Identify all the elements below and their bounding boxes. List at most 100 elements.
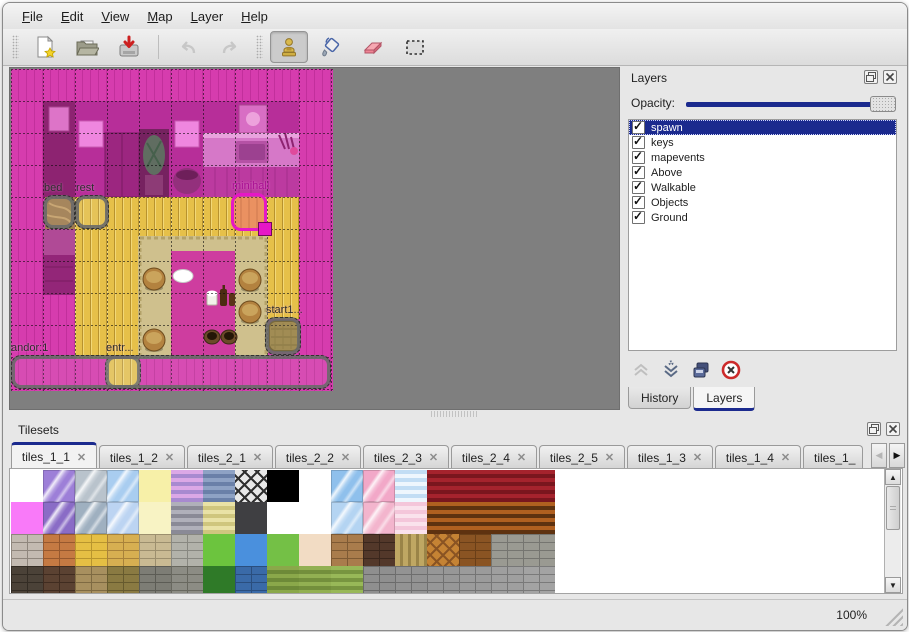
tile[interactable] — [331, 534, 363, 566]
tile[interactable] — [363, 566, 395, 594]
tile[interactable] — [363, 470, 395, 502]
tile[interactable] — [43, 502, 75, 534]
tab-close-icon[interactable]: ✕ — [253, 451, 262, 464]
tab-close-icon[interactable]: ✕ — [693, 451, 702, 464]
layer-visibility-checkbox[interactable] — [632, 166, 645, 179]
tile[interactable] — [267, 534, 299, 566]
tile[interactable] — [299, 566, 331, 594]
layer-visibility-checkbox[interactable] — [632, 181, 645, 194]
menu-view[interactable]: View — [92, 6, 138, 27]
map-object-start1[interactable] — [265, 317, 301, 355]
tileset-tab-tiles_1_[interactable]: tiles_1_ — [803, 445, 863, 469]
tile[interactable] — [363, 534, 395, 566]
tileset-tab-tiles_1_2[interactable]: tiles_1_2✕ — [99, 445, 185, 469]
tile[interactable] — [43, 566, 75, 594]
tile[interactable] — [299, 470, 331, 502]
tile[interactable] — [395, 566, 427, 594]
tab-close-icon[interactable]: ✕ — [165, 451, 174, 464]
raise-layer-button[interactable] — [626, 357, 656, 383]
tile[interactable] — [139, 534, 171, 566]
layer-visibility-checkbox[interactable] — [632, 211, 645, 224]
tileset-scrollbar[interactable]: ▲ ▼ — [884, 469, 901, 593]
layer-row-mapevents[interactable]: mapevents — [629, 150, 896, 165]
layer-row-walkable[interactable]: Walkable — [629, 180, 896, 195]
tileset-tab-tiles_1_4[interactable]: tiles_1_4✕ — [715, 445, 801, 469]
menu-file[interactable]: File — [13, 6, 52, 27]
tile[interactable] — [523, 566, 555, 594]
scroll-down-icon[interactable]: ▼ — [885, 577, 901, 593]
tile[interactable] — [203, 470, 235, 502]
tile[interactable] — [107, 502, 139, 534]
menu-layer[interactable]: Layer — [182, 6, 233, 27]
tile[interactable] — [395, 470, 427, 502]
lower-layer-button[interactable] — [656, 357, 686, 383]
tileset-tab-tiles_2_4[interactable]: tiles_2_4✕ — [451, 445, 537, 469]
map-view[interactable]: bedrestminihallstart1...entr...andor:1 — [9, 67, 620, 410]
tab-layers[interactable]: Layers — [693, 387, 755, 411]
tile[interactable] — [523, 470, 555, 502]
tile[interactable] — [491, 502, 523, 534]
menu-map[interactable]: Map — [138, 6, 181, 27]
tabs-scroll-right-icon[interactable]: ▶ — [889, 443, 905, 468]
layer-visibility-checkbox[interactable] — [632, 151, 645, 164]
tile[interactable] — [11, 470, 43, 502]
tileset-view[interactable]: ▲ ▼ — [9, 468, 903, 594]
tileset-tab-tiles_1_3[interactable]: tiles_1_3✕ — [627, 445, 713, 469]
tileset-tab-tiles_2_2[interactable]: tiles_2_2✕ — [275, 445, 361, 469]
map-object-andor1[interactable] — [11, 355, 331, 389]
tile[interactable] — [75, 534, 107, 566]
open-file-button[interactable] — [68, 31, 106, 63]
tile[interactable] — [235, 470, 267, 502]
layer-visibility-checkbox[interactable] — [632, 121, 645, 134]
close-icon[interactable] — [883, 70, 897, 84]
tile[interactable] — [171, 566, 203, 594]
tile[interactable] — [171, 534, 203, 566]
layer-visibility-checkbox[interactable] — [632, 196, 645, 209]
scrollbar-thumb[interactable] — [886, 486, 900, 530]
layer-row-ground[interactable]: Ground — [629, 210, 896, 225]
tile[interactable] — [331, 566, 363, 594]
layer-row-keys[interactable]: keys — [629, 135, 896, 150]
tile[interactable] — [203, 566, 235, 594]
tile[interactable] — [459, 470, 491, 502]
fill-tool-button[interactable] — [312, 31, 350, 63]
tile[interactable] — [427, 470, 459, 502]
tile[interactable] — [75, 566, 107, 594]
tile[interactable] — [171, 502, 203, 534]
map-object-minihall[interactable] — [231, 193, 267, 231]
tile[interactable] — [139, 566, 171, 594]
tile[interactable] — [491, 470, 523, 502]
menu-help[interactable]: Help — [232, 6, 277, 27]
float-icon[interactable] — [867, 422, 881, 436]
select-tool-button[interactable] — [396, 31, 434, 63]
scroll-up-icon[interactable]: ▲ — [885, 469, 901, 485]
map-object-rest[interactable] — [75, 195, 109, 229]
tile[interactable] — [299, 502, 331, 534]
tab-close-icon[interactable]: ✕ — [517, 451, 526, 464]
tile[interactable] — [459, 566, 491, 594]
tile[interactable] — [267, 566, 299, 594]
float-icon[interactable] — [864, 70, 878, 84]
tile[interactable] — [235, 534, 267, 566]
tab-close-icon[interactable]: ✕ — [341, 451, 350, 464]
tile[interactable] — [491, 534, 523, 566]
tile[interactable] — [139, 470, 171, 502]
tile[interactable] — [11, 566, 43, 594]
layer-list[interactable]: spawnkeysmapeventsAboveWalkableObjectsGr… — [628, 119, 897, 351]
tile[interactable] — [427, 502, 459, 534]
close-icon[interactable] — [886, 422, 900, 436]
tileset-tab-tiles_2_5[interactable]: tiles_2_5✕ — [539, 445, 625, 469]
tab-close-icon[interactable]: ✕ — [429, 451, 438, 464]
tile[interactable] — [267, 470, 299, 502]
opacity-slider[interactable] — [686, 95, 896, 113]
stamp-tool-button[interactable] — [270, 31, 308, 63]
menu-edit[interactable]: Edit — [52, 6, 92, 27]
tile[interactable] — [491, 566, 523, 594]
tabs-scroll-left-icon[interactable]: ◀ — [871, 443, 887, 468]
tab-close-icon[interactable]: ✕ — [77, 451, 86, 464]
tab-close-icon[interactable]: ✕ — [605, 451, 614, 464]
tile[interactable] — [235, 502, 267, 534]
tile[interactable] — [203, 502, 235, 534]
layer-visibility-checkbox[interactable] — [632, 136, 645, 149]
tile[interactable] — [43, 470, 75, 502]
